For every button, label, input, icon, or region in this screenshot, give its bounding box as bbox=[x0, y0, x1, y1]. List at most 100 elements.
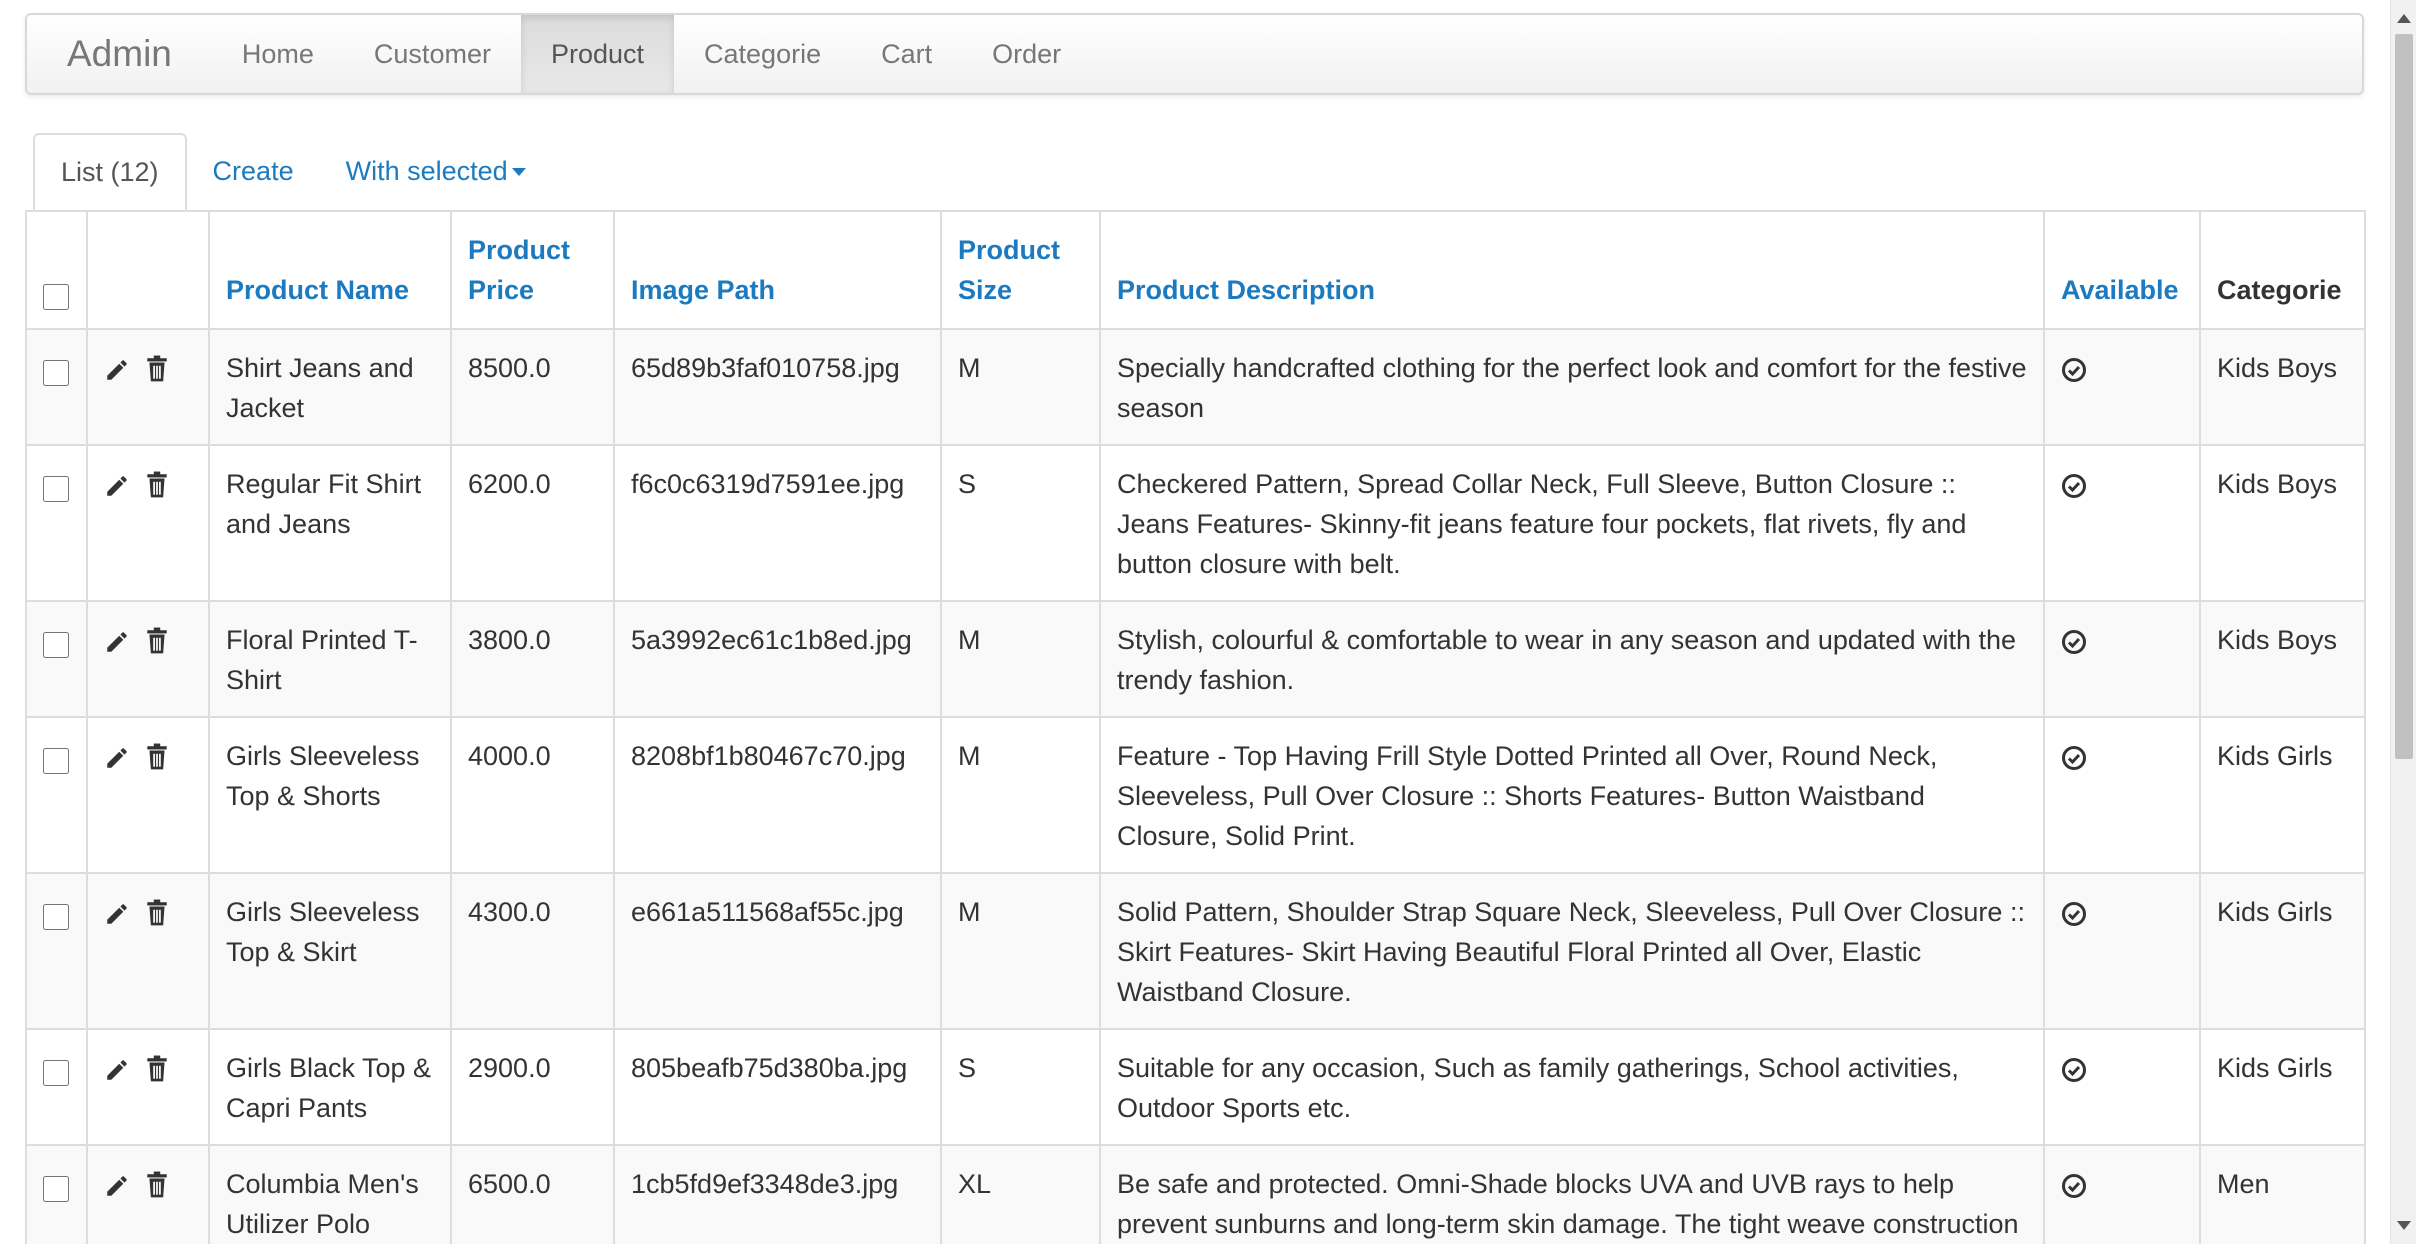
table-row: Regular Fit Shirt and Jeans 6200.0 f6c0c63… bbox=[25, 444, 2366, 602]
row-select-cell bbox=[25, 872, 88, 1030]
check-circle-icon bbox=[2061, 1170, 2183, 1210]
cell-product-size: XL bbox=[940, 1144, 1101, 1244]
nav-item-customer[interactable]: Customer bbox=[344, 15, 521, 93]
header-product-size[interactable]: Product Size bbox=[940, 210, 1101, 330]
nav-item-cart[interactable]: Cart bbox=[851, 15, 962, 93]
row-select-cell bbox=[25, 328, 88, 446]
check-circle-icon bbox=[2061, 742, 2183, 782]
row-actions bbox=[86, 328, 210, 446]
cell-product-size: M bbox=[940, 600, 1101, 718]
cell-available bbox=[2043, 444, 2201, 602]
pencil-icon[interactable] bbox=[104, 1054, 130, 1094]
table-row: Girls Sleeveless Top & Skirt 4300.0 e661a5… bbox=[25, 872, 2366, 1030]
cell-available bbox=[2043, 716, 2201, 874]
tab-list[interactable]: List (12) bbox=[33, 133, 187, 212]
header-image-path[interactable]: Image Path bbox=[613, 210, 942, 330]
trash-icon[interactable] bbox=[144, 354, 170, 394]
trash-icon[interactable] bbox=[144, 470, 170, 510]
cell-product-description: Specially handcrafted clothing for the p… bbox=[1099, 328, 2045, 446]
trash-icon[interactable] bbox=[144, 1170, 170, 1210]
nav-item-categorie[interactable]: Categorie bbox=[674, 15, 851, 93]
cell-categorie: Kids Girls bbox=[2199, 872, 2366, 1030]
brand-link[interactable]: Admin bbox=[27, 15, 212, 93]
cell-image-path: 5a3992ec61c1b8ed.jpg bbox=[613, 600, 942, 718]
scrollbar-thumb[interactable] bbox=[2395, 34, 2413, 759]
pencil-icon[interactable] bbox=[104, 742, 130, 782]
cell-product-price: 3800.0 bbox=[450, 600, 615, 718]
page: Admin Home Customer Product Categorie Ca… bbox=[0, 0, 2390, 1244]
top-navbar: Admin Home Customer Product Categorie Ca… bbox=[25, 13, 2364, 95]
header-product-description[interactable]: Product Description bbox=[1099, 210, 2045, 330]
cell-product-price: 2900.0 bbox=[450, 1028, 615, 1146]
row-actions bbox=[86, 1028, 210, 1146]
tab-with-selected[interactable]: With selected bbox=[320, 133, 552, 210]
product-grid: Product Name Product Price Image Path Pro… bbox=[25, 210, 2366, 1244]
trash-icon[interactable] bbox=[144, 626, 170, 666]
cell-product-size: M bbox=[940, 872, 1101, 1030]
table-row: Shirt Jeans and Jacket 8500.0 65d89b3faf01… bbox=[25, 328, 2366, 446]
pencil-icon[interactable] bbox=[104, 354, 130, 394]
cell-product-size: M bbox=[940, 716, 1101, 874]
scroll-up-arrow-icon[interactable] bbox=[2397, 14, 2411, 23]
cell-product-price: 6200.0 bbox=[450, 444, 615, 602]
cell-available bbox=[2043, 328, 2201, 446]
select-all-cell bbox=[25, 210, 88, 330]
nav-item-home[interactable]: Home bbox=[212, 15, 344, 93]
vertical-scrollbar[interactable] bbox=[2390, 0, 2416, 1244]
cell-product-name: Girls Sleeveless Top & Shorts bbox=[208, 716, 452, 874]
cell-product-price: 4000.0 bbox=[450, 716, 615, 874]
row-checkbox[interactable] bbox=[43, 632, 69, 658]
nav-item-order[interactable]: Order bbox=[962, 15, 1091, 93]
cell-product-name: Girls Sleeveless Top & Skirt bbox=[208, 872, 452, 1030]
cell-categorie: Kids Girls bbox=[2199, 716, 2366, 874]
header-available[interactable]: Available bbox=[2043, 210, 2201, 330]
cell-product-description: Stylish, colourful & comfortable to wear… bbox=[1099, 600, 2045, 718]
row-actions bbox=[86, 1144, 210, 1244]
row-select-cell bbox=[25, 1144, 88, 1244]
pencil-icon[interactable] bbox=[104, 898, 130, 938]
row-checkbox[interactable] bbox=[43, 360, 69, 386]
trash-icon[interactable] bbox=[144, 1054, 170, 1094]
table-row: Girls Sleeveless Top & Shorts 4000.0 8208b… bbox=[25, 716, 2366, 874]
row-select-cell bbox=[25, 600, 88, 718]
cell-product-name: Columbia Men's Utilizer Polo bbox=[208, 1144, 452, 1244]
cell-categorie: Kids Boys bbox=[2199, 328, 2366, 446]
header-product-name[interactable]: Product Name bbox=[208, 210, 452, 330]
scroll-down-arrow-icon[interactable] bbox=[2397, 1221, 2411, 1230]
row-checkbox[interactable] bbox=[43, 748, 69, 774]
row-select-cell bbox=[25, 716, 88, 874]
nav-item-product[interactable]: Product bbox=[520, 15, 675, 93]
check-circle-icon bbox=[2061, 354, 2183, 394]
cell-product-description: Solid Pattern, Shoulder Strap Square Nec… bbox=[1099, 872, 2045, 1030]
cell-product-name: Regular Fit Shirt and Jeans bbox=[208, 444, 452, 602]
cell-image-path: 1cb5fd9ef3348de3.jpg bbox=[613, 1144, 942, 1244]
row-checkbox[interactable] bbox=[43, 1176, 69, 1202]
cell-image-path: 65d89b3faf010758.jpg bbox=[613, 328, 942, 446]
cell-product-price: 6500.0 bbox=[450, 1144, 615, 1244]
cell-categorie: Men bbox=[2199, 1144, 2366, 1244]
cell-categorie: Kids Girls bbox=[2199, 1028, 2366, 1146]
cell-product-name: Shirt Jeans and Jacket bbox=[208, 328, 452, 446]
header-product-price[interactable]: Product Price bbox=[450, 210, 615, 330]
pencil-icon[interactable] bbox=[104, 1170, 130, 1210]
cell-image-path: f6c0c6319d7591ee.jpg bbox=[613, 444, 942, 602]
table-body: Shirt Jeans and Jacket 8500.0 65d89b3faf01… bbox=[25, 328, 2366, 1244]
trash-icon[interactable] bbox=[144, 898, 170, 938]
tab-create[interactable]: Create bbox=[187, 133, 320, 210]
cell-available bbox=[2043, 1144, 2201, 1244]
pencil-icon[interactable] bbox=[104, 470, 130, 510]
cell-product-size: S bbox=[940, 1028, 1101, 1146]
view-tabs: List (12) Create With selected bbox=[25, 133, 2364, 212]
trash-icon[interactable] bbox=[144, 742, 170, 782]
cell-product-description: Feature - Top Having Frill Style Dotted … bbox=[1099, 716, 2045, 874]
pencil-icon[interactable] bbox=[104, 626, 130, 666]
row-actions bbox=[86, 444, 210, 602]
select-all-checkbox[interactable] bbox=[43, 284, 69, 310]
row-checkbox[interactable] bbox=[43, 1060, 69, 1086]
cell-product-description: Be safe and protected. Omni-Shade blocks… bbox=[1099, 1144, 2045, 1244]
row-checkbox[interactable] bbox=[43, 904, 69, 930]
table-row: Floral Printed T-Shirt 3800.0 5a3992ec61c1… bbox=[25, 600, 2366, 718]
row-checkbox[interactable] bbox=[43, 476, 69, 502]
cell-product-size: S bbox=[940, 444, 1101, 602]
cell-product-description: Suitable for any occasion, Such as famil… bbox=[1099, 1028, 2045, 1146]
